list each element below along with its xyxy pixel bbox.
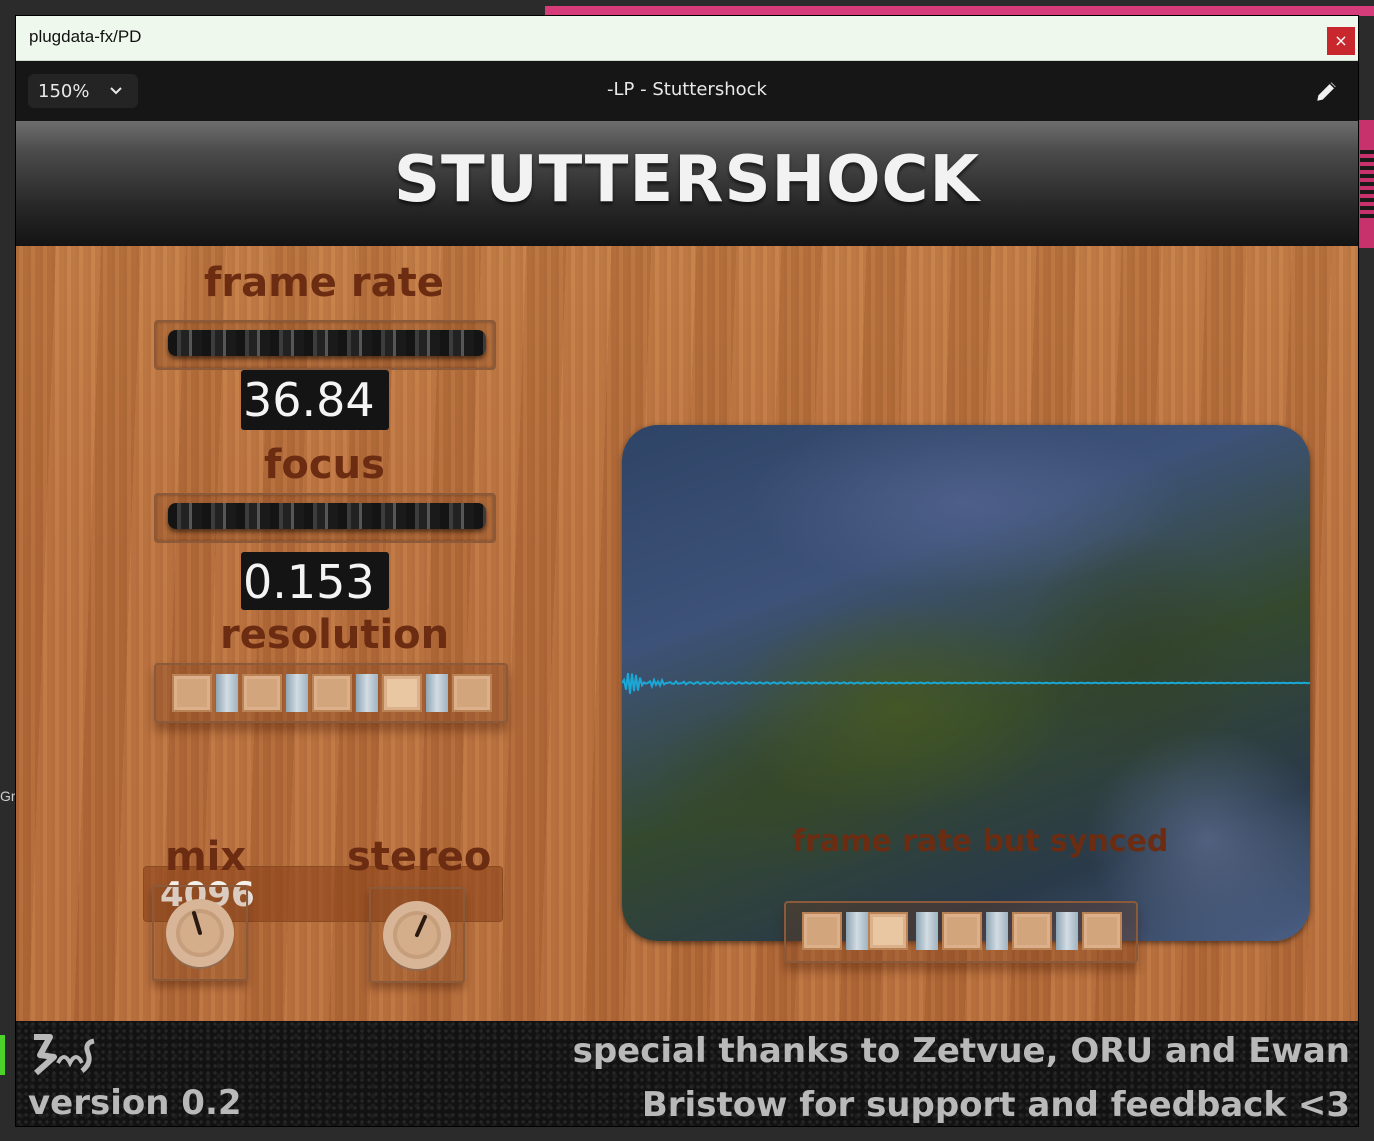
resolution-option-4[interactable] [382,674,422,712]
synced-divider [846,912,868,950]
synced-option-2[interactable] [868,912,908,950]
wood-panel: frame rate 36.84 focus 0.153 resolution [16,246,1358,1021]
resolution-option-1[interactable] [172,674,212,712]
developer-logo-icon [34,1034,95,1076]
synced-option-1[interactable] [802,912,842,950]
resolution-selector[interactable] [154,663,508,723]
resolution-divider [216,674,238,712]
plugin-header: STUTTERSHOCK [16,121,1358,246]
resolution-divider [286,674,308,712]
resolution-label: resolution [220,612,450,658]
plugin-footer: version 0.2 special thanks to Zetvue, OR… [16,1021,1358,1126]
host-meter [0,1035,5,1075]
oscilloscope-waveform [622,672,1310,694]
window-titlebar[interactable]: plugdata-fx/PD × [16,16,1358,61]
plugin-window: plugdata-fx/PD × 150% -LP - Stuttershock… [16,16,1358,1126]
resolution-option-3[interactable] [312,674,352,712]
oscilloscope-display [622,425,1310,941]
mix-knob-dial[interactable] [162,895,238,971]
credits-line-1: special thanks to Zetvue, ORU and Ewan [572,1031,1350,1071]
focus-label: focus [264,442,385,488]
pencil-icon[interactable] [1314,78,1340,104]
focus-number[interactable]: 0.153 [241,552,389,610]
frame-rate-label: frame rate [204,260,444,306]
resolution-divider [426,674,448,712]
stereo-label: stereo [347,834,492,880]
synced-selector[interactable] [784,901,1138,963]
focus-slider[interactable] [154,493,496,543]
close-button[interactable]: × [1327,27,1355,55]
synced-divider [1056,912,1078,950]
credits-line-2: Bristow for support and feedback <3 [641,1085,1350,1125]
resolution-option-5[interactable] [452,674,492,712]
frame-rate-number[interactable]: 36.84 [241,370,389,430]
window-title: plugdata-fx/PD [29,27,142,46]
synced-divider [986,912,1008,950]
plugin-canvas: STUTTERSHOCK frame rate 36.84 focus 0.15… [16,121,1358,1126]
plugdata-toolbar: 150% -LP - Stuttershock [16,61,1358,121]
synced-option-4[interactable] [1012,912,1052,950]
version-label: version 0.2 [28,1083,242,1123]
plugin-brand-title: STUTTERSHOCK [393,143,981,217]
host-clip-waveform [1360,150,1374,220]
synced-label: frame rate but synced [792,824,1169,859]
stereo-knob[interactable] [369,887,465,983]
resolution-option-2[interactable] [242,674,282,712]
frame-rate-slider[interactable] [154,320,496,370]
resolution-divider [356,674,378,712]
host-track-strip [545,6,1374,16]
mix-knob[interactable] [152,885,248,981]
patch-title: -LP - Stuttershock [607,79,767,100]
mix-label: mix [165,834,247,880]
synced-option-3[interactable] [942,912,982,950]
synced-option-5[interactable] [1082,912,1122,950]
focus-slider-track[interactable] [168,503,486,529]
frame-rate-slider-track[interactable] [168,330,486,356]
host-side-label: Gr [0,788,16,804]
stereo-knob-dial[interactable] [379,897,455,973]
synced-divider [916,912,938,950]
